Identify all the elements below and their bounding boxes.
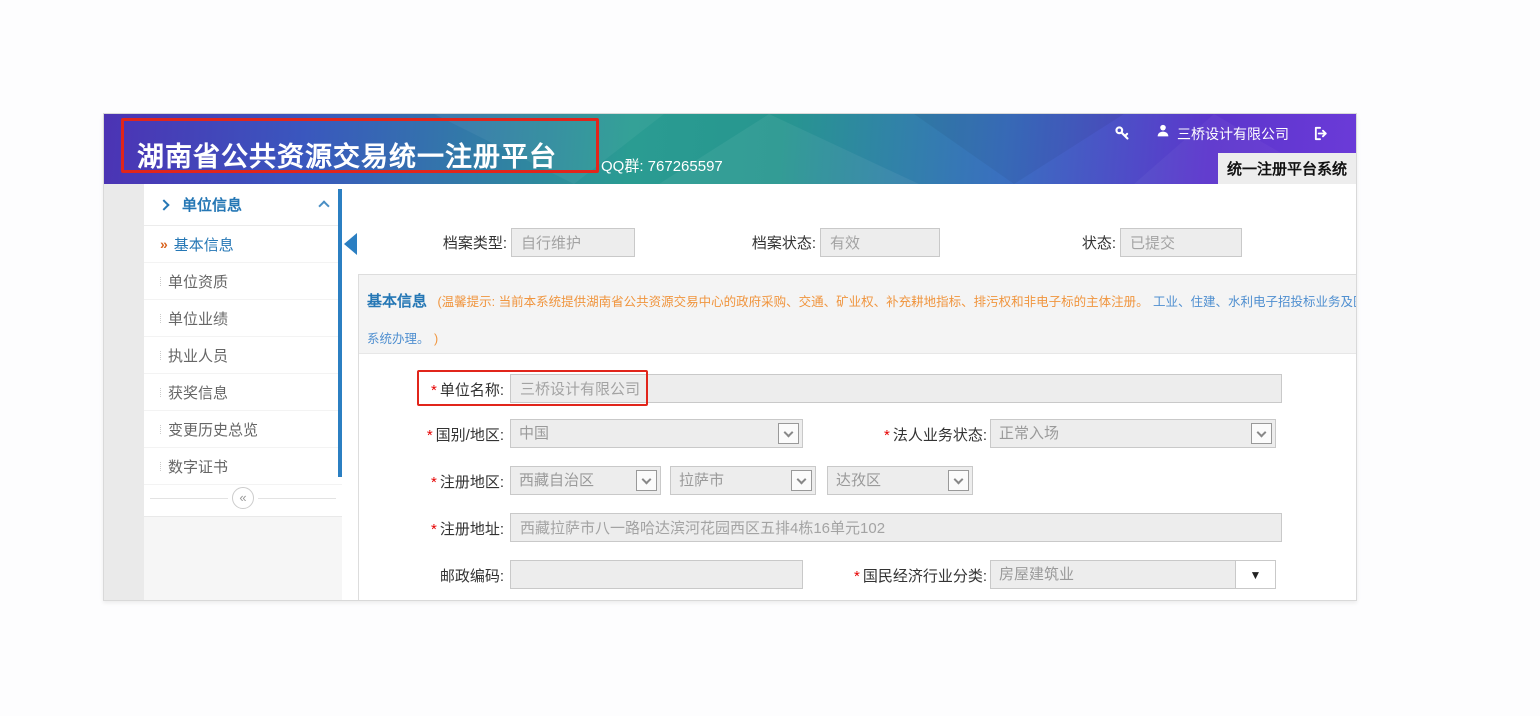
reg-address-label: *注册地址: (359, 518, 504, 539)
section-header: 基本信息 (温馨提示: 当前本系统提供湖南省公共资源交易中心的政府采购、交通、矿… (359, 275, 1357, 354)
sidebar-item-unit-qualification[interactable]: 单位资质 (144, 263, 342, 300)
dropdown-arrow-box: ▼ (1235, 561, 1275, 588)
tab-unified-registration-system[interactable]: 统一注册平台系统 (1218, 153, 1356, 184)
notice-text: ) (434, 332, 438, 346)
section-title: 基本信息 (367, 293, 427, 310)
country-select[interactable]: 中国 (510, 419, 803, 448)
active-pointer-icon (344, 233, 357, 255)
item-tick (160, 277, 161, 286)
select-arrow-icon (948, 470, 969, 491)
sidebar-accent-bar (338, 189, 342, 477)
archive-type-input: 自行维护 (511, 228, 635, 257)
sidebar-item-unit-performance[interactable]: 单位业绩 (144, 300, 342, 337)
select-arrow-icon (791, 470, 812, 491)
sidebar-item-label: 变更历史总览 (168, 419, 258, 440)
main-content: 档案类型: 自行维护 档案状态: 有效 状态: 已提交 (342, 184, 1356, 601)
archive-status-label: 档案状态: (734, 232, 816, 253)
postal-code-input (510, 560, 803, 589)
basic-info-section: 基本信息 (温馨提示: 当前本系统提供湖南省公共资源交易中心的政府采购、交通、矿… (358, 274, 1357, 601)
divider (150, 498, 228, 499)
item-tick (160, 351, 161, 360)
province-select[interactable]: 西藏自治区 (510, 466, 661, 495)
city-select[interactable]: 拉萨市 (670, 466, 816, 495)
sidebar-item-change-history[interactable]: 变更历史总览 (144, 411, 342, 448)
sidebar-item-label: 数字证书 (168, 456, 228, 477)
notice-text: 工业、住建、水利电子招投标业务及医药相关业务，请到对应的交易 (1153, 295, 1357, 309)
page-title: 湖南省公共资源交易统一注册平台 (137, 135, 557, 174)
sidebar-item-label: 单位业绩 (168, 308, 228, 329)
select-arrow-icon (636, 470, 657, 491)
reg-area-label: *注册地区: (359, 471, 504, 492)
page: 湖南省公共资源交易统一注册平台 QQ群: 767265597 三桥设计有限公司 (0, 0, 1540, 716)
item-tick (160, 314, 161, 323)
sidebar-item-label: 基本信息 (174, 234, 234, 255)
dropdown-arrow-icon: ▼ (1250, 569, 1262, 581)
legal-status-label: *法人业务状态: (779, 424, 987, 445)
industry-label: *国民经济行业分类: (779, 565, 987, 586)
archive-type-label: 档案类型: (427, 232, 507, 253)
user-account[interactable]: 三桥设计有限公司 (1155, 123, 1289, 144)
logout-icon[interactable] (1313, 125, 1330, 142)
chevron-up-icon[interactable] (318, 200, 329, 211)
legal-status-select[interactable]: 正常入场 (990, 419, 1276, 448)
chevron-right-icon (158, 199, 169, 210)
field-archive-type: 档案类型: 自行维护 (427, 228, 635, 257)
qq-group-label: QQ群: 767265597 (601, 155, 723, 176)
divider (258, 498, 336, 499)
sidebar-item-label: 单位资质 (168, 271, 228, 292)
sidebar-item-practitioners[interactable]: 执业人员 (144, 337, 342, 374)
app-header: 湖南省公共资源交易统一注册平台 QQ群: 767265597 三桥设计有限公司 (104, 114, 1356, 184)
unit-name-label: *单位名称: (359, 379, 504, 400)
sidebar-group-unit-info[interactable]: 单位信息 (144, 184, 342, 226)
key-icon[interactable] (1114, 125, 1131, 142)
industry-dropdown[interactable]: 房屋建筑业 ▼ (990, 560, 1276, 589)
notice-text: 系统办理。 (367, 332, 430, 346)
sidebar-item-label: 执业人员 (168, 345, 228, 366)
item-tick (160, 462, 161, 471)
header-pattern (914, 114, 1124, 184)
collapse-icon: « (232, 487, 254, 509)
select-arrow-icon (1251, 423, 1272, 444)
sidebar: 单位信息 » 基本信息 单位资质 单位业绩 (144, 184, 342, 601)
app-window: 湖南省公共资源交易统一注册平台 QQ群: 767265597 三桥设计有限公司 (103, 113, 1357, 601)
sidebar-item-basic-info[interactable]: » 基本信息 (144, 226, 342, 263)
country-label: *国别/地区: (359, 424, 504, 445)
sidebar-item-awards[interactable]: 获奖信息 (144, 374, 342, 411)
field-status: 状态: 已提交 (1042, 228, 1242, 257)
active-marker-icon: » (160, 236, 168, 252)
postal-code-label: 邮政编码: (359, 565, 504, 586)
user-icon (1155, 123, 1171, 144)
unit-name-input (510, 374, 1282, 403)
sidebar-collapse-button[interactable]: « (144, 485, 342, 511)
item-tick (160, 388, 161, 397)
header-actions: 三桥设计有限公司 (1114, 114, 1356, 153)
item-tick (160, 425, 161, 434)
field-archive-status: 档案状态: 有效 (734, 228, 940, 257)
sidebar-item-label: 获奖信息 (168, 382, 228, 403)
sidebar-group-label: 单位信息 (182, 194, 242, 215)
archive-status-input: 有效 (820, 228, 940, 257)
status-input: 已提交 (1120, 228, 1242, 257)
sidebar-filler (144, 516, 342, 601)
user-name: 三桥设计有限公司 (1177, 124, 1289, 144)
left-gutter (104, 184, 144, 601)
status-label: 状态: (1042, 232, 1116, 253)
reg-address-input (510, 513, 1282, 542)
notice-text: (温馨提示: 当前本系统提供湖南省公共资源交易中心的政府采购、交通、矿业权、补充… (437, 295, 1148, 309)
sidebar-item-digital-certificate[interactable]: 数字证书 (144, 448, 342, 485)
district-select[interactable]: 达孜区 (827, 466, 973, 495)
